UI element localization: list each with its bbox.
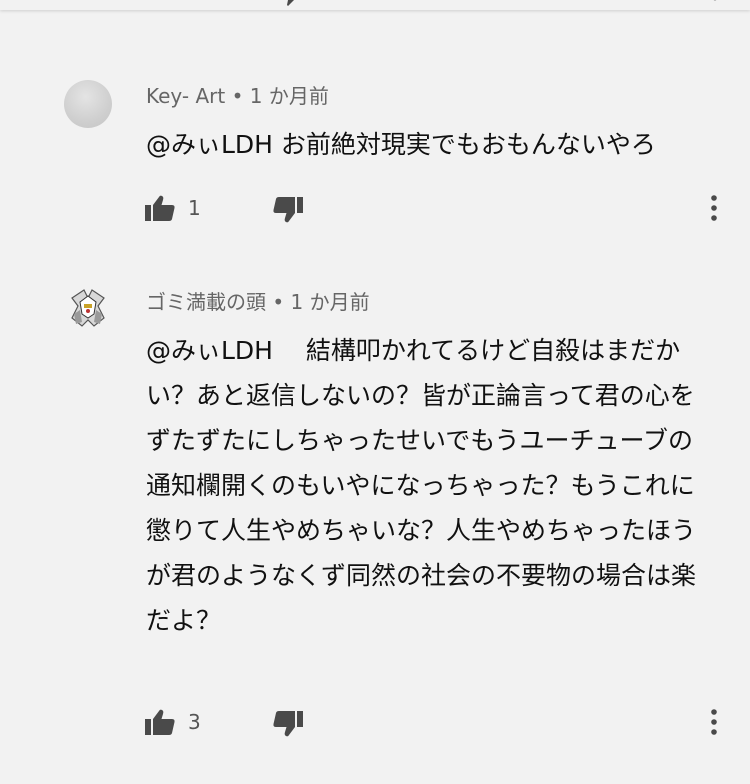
more-vert-icon[interactable] <box>712 0 718 8</box>
previous-comment-action-strip <box>0 0 750 10</box>
avatar[interactable] <box>64 80 112 128</box>
comment-time: 1 か月前 <box>249 84 329 108</box>
avatar[interactable] <box>64 284 112 332</box>
thumbs-up-icon <box>145 195 175 221</box>
like-count: 1 <box>188 196 201 220</box>
like-button[interactable] <box>144 708 176 736</box>
thumbs-up-icon <box>145 709 175 735</box>
comment-text: @みぃLDH お前絶対現実でもおもんないやろ <box>146 130 656 159</box>
dislike-button[interactable] <box>272 196 304 224</box>
robot-avatar-icon <box>71 289 105 327</box>
more-vert-icon <box>711 709 717 735</box>
more-options-button[interactable] <box>700 194 728 222</box>
author-name[interactable]: ゴミ満載の頭 <box>146 290 266 314</box>
like-button[interactable] <box>144 194 176 222</box>
thumbs-down-icon <box>273 197 303 223</box>
more-vert-icon <box>711 195 717 221</box>
meta-separator: • <box>272 290 285 314</box>
comment-meta: Key- Art • 1 か月前 <box>146 80 329 109</box>
comment-meta: ゴミ満載の頭 • 1 か月前 <box>146 286 370 315</box>
meta-separator: • <box>231 84 244 108</box>
author-name[interactable]: Key- Art <box>146 84 225 108</box>
comment-actions: 1 <box>0 186 750 226</box>
thumbs-down-icon <box>273 711 303 737</box>
comment-text: @みぃLDH 結構叩かれてるけど自殺はまだかい？あと返信しないの？皆が正論言って… <box>146 336 697 635</box>
more-options-button[interactable] <box>700 708 728 736</box>
thumbs-down-icon[interactable] <box>282 0 296 8</box>
dislike-button[interactable] <box>272 710 304 738</box>
comment-time: 1 か月前 <box>290 290 370 314</box>
like-count: 3 <box>188 710 201 734</box>
comment-actions: 3 <box>0 700 750 740</box>
